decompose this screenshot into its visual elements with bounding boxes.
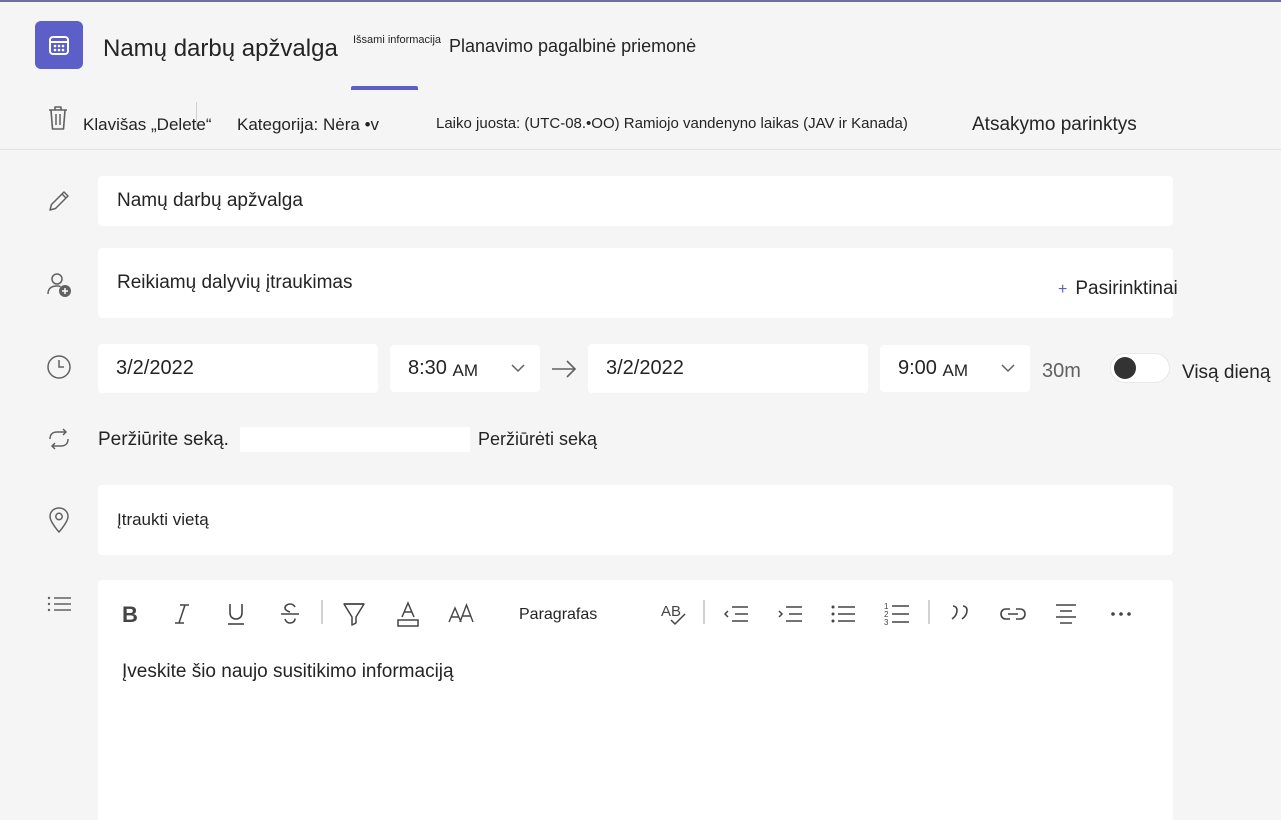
recurrence-field [240,427,470,452]
svg-text:3: 3 [884,618,889,627]
plus-icon: + [1058,281,1068,298]
optional-label: Pasirinktinai [1075,278,1178,299]
calendar-app-icon [35,21,83,69]
toggle-knob [1114,357,1136,379]
align-center-icon[interactable] [1052,600,1080,628]
strikethrough-icon[interactable] [278,600,302,628]
start-date-picker[interactable]: 3/2/2022 [98,344,378,393]
pencil-icon [45,187,73,215]
recurrence-text: Peržiūrite seką. [98,429,229,450]
svg-text:B: B [122,602,138,626]
location-pin-icon [45,506,73,534]
italic-icon[interactable] [170,600,194,628]
all-day-label: Visą dieną [1182,362,1271,383]
more-options-icon[interactable] [1107,600,1135,628]
end-time-picker[interactable]: 9:00 AM [880,345,1030,392]
add-person-icon [45,271,73,299]
bold-icon[interactable]: B [118,600,142,628]
header: Namų darbų apžvalga Išsami informacija P… [0,2,1281,90]
numbered-list-icon[interactable]: 123 [883,600,911,628]
category-dropdown[interactable]: Kategorija: Nėra •v [237,115,379,135]
link-icon[interactable] [998,600,1028,628]
editor-placeholder: Įveskite šio naujo susitikimo informacij… [122,661,454,682]
details-list-icon [45,590,73,618]
duration-label: 30m [1042,360,1081,382]
trash-icon[interactable] [46,104,70,137]
tab-details[interactable]: Išsami informacija [351,20,441,90]
start-time-value: 8:30 [408,357,447,379]
meeting-toolbar: Klavišas „Delete“ Kategorija: Nėra •v La… [0,90,1281,150]
format-divider [321,600,323,624]
start-time-ampm: AM [452,360,479,380]
end-date-picker[interactable]: 3/2/2022 [588,344,868,393]
location-input[interactable]: Įtraukti vietą [98,485,1173,555]
svg-text:AB: AB [661,603,681,620]
start-time-picker[interactable]: 8:30 AM [390,345,540,392]
toolbar-divider [196,102,197,130]
title-input[interactable]: Namų darbų apžvalga [98,176,1173,226]
clock-icon [45,353,73,381]
meeting-details-editor[interactable]: B Paragrafas AB 123 Įveskite šio naujo s… [98,580,1173,820]
delete-button[interactable]: Klavišas „Delete“ [83,115,212,135]
tab-scheduling-assistant[interactable]: Planavimo pagalbinė priemonė [449,36,696,57]
timezone-dropdown[interactable]: Laiko juosta: (UTC-08.•OO) Ramiojo vande… [436,115,908,132]
underline-icon[interactable] [224,600,248,628]
bulleted-list-icon[interactable] [829,600,857,628]
highlight-icon[interactable] [340,600,368,628]
increase-indent-icon[interactable] [776,600,804,628]
all-day-toggle[interactable] [1110,353,1170,383]
chevron-down-icon [1000,359,1016,382]
spell-check-icon[interactable]: AB [658,600,690,628]
tab-details-label: Išsami informacija [353,34,442,46]
format-divider [703,600,705,624]
arrow-right-icon [550,357,578,386]
end-time-ampm: AM [942,360,969,380]
quote-icon[interactable] [946,600,974,628]
repeat-icon [45,425,73,453]
end-time-value: 9:00 [898,357,937,379]
font-size-icon[interactable] [446,600,476,628]
response-options-button[interactable]: Atsakymo parinktys [972,114,1137,136]
view-series-link[interactable]: Peržiūrėti seką [478,429,597,450]
meeting-title-heading: Namų darbų apžvalga [103,35,338,62]
font-color-icon[interactable] [394,600,422,628]
optional-attendees-button[interactable]: + Pasirinktinai [1058,278,1178,300]
required-attendees-input[interactable]: Reikiamų dalyvių įtraukimas [98,248,1173,318]
decrease-indent-icon[interactable] [722,600,750,628]
paragraph-style-dropdown[interactable]: Paragrafas [519,606,597,624]
chevron-down-icon [510,359,526,382]
format-divider [928,600,930,624]
